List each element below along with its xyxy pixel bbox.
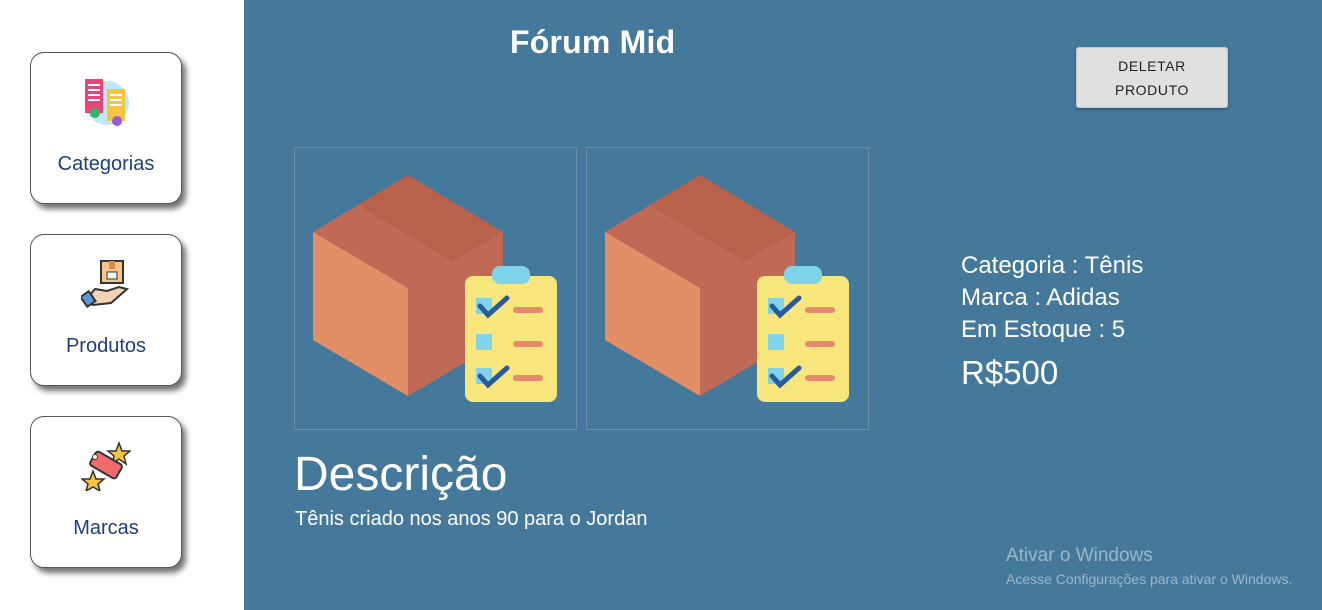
page-title: Fórum Mid [510, 24, 676, 60]
watermark-title: Ativar o Windows [1006, 545, 1153, 566]
sidebar-item-marcas[interactable]: Marcas [30, 416, 182, 568]
watermark-subtitle: Acesse Configurações para ativar o Windo… [1006, 571, 1293, 587]
categories-icon [81, 77, 131, 127]
product-brand: Marca : Adidas [961, 284, 1120, 311]
delete-product-button[interactable]: DELETAR PRODUTO [1076, 47, 1228, 108]
sidebar-item-categorias[interactable]: Categorias [30, 52, 182, 204]
main-content: Fórum Mid DELETAR PRODUTO Categoria: Tê… [244, 0, 1322, 610]
description-text: Tênis criado nos anos 90 para o Jordan [295, 508, 648, 530]
product-image-2 [586, 147, 869, 430]
products-icon [79, 259, 131, 309]
delete-button-label-line1: DELETAR [1118, 57, 1186, 74]
product-image-1 [294, 147, 577, 430]
sidebar-item-produtos[interactable]: Produtos [30, 234, 182, 386]
product-stock: Em Estoque : 5 [961, 316, 1126, 343]
brands-icon [79, 440, 133, 493]
product-info: Categoria : Tênis Marca : Adidas Em Esto… [961, 250, 1143, 392]
windows-activation-watermark: Ativar o Windows Acesse Configurações pa… [1006, 545, 1292, 587]
sidebar: Categorias Produtos Marcas [0, 0, 244, 610]
product-box-checklist-icon [313, 175, 557, 402]
sidebar-item-label: Marcas [73, 517, 139, 539]
product-category: Categoria : Tênis [961, 252, 1144, 279]
sidebar-item-label: Produtos [65, 335, 147, 357]
description-heading: Descrição [294, 448, 508, 501]
product-box-checklist-icon [605, 175, 849, 402]
product-price: R$500 [961, 354, 1059, 391]
sidebar-item-label: Categorias [57, 153, 155, 175]
delete-button-label-line2: PRODUTO [1115, 81, 1189, 98]
